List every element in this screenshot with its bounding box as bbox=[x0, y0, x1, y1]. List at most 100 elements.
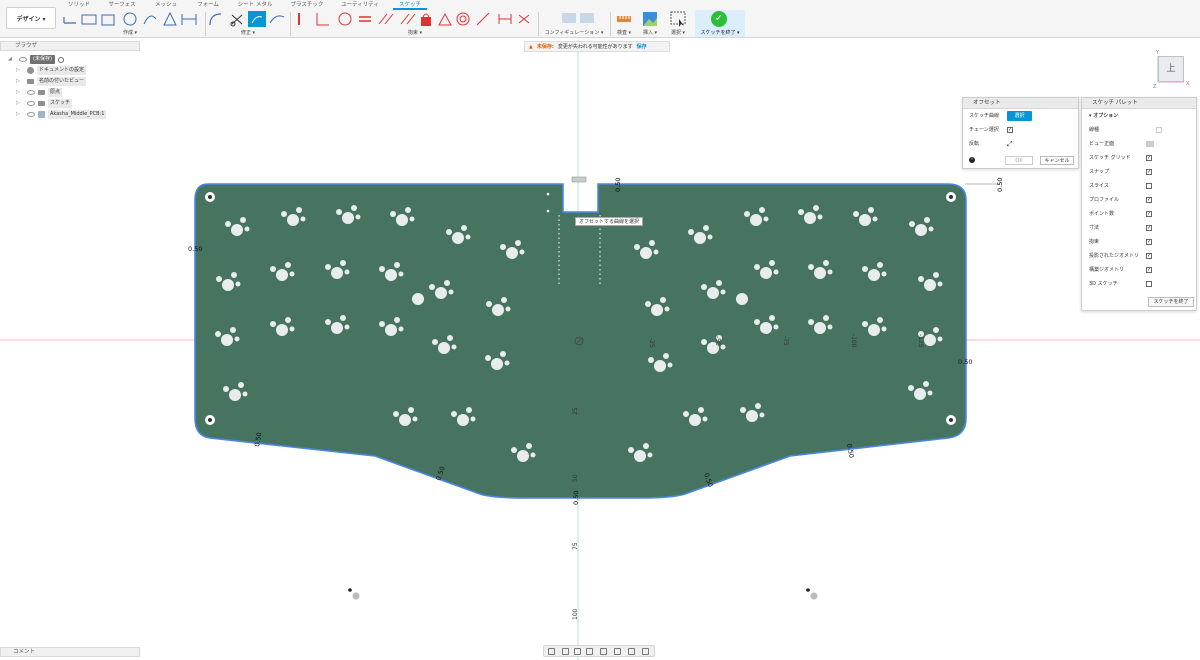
offset-dialog-header[interactable]: オフセット bbox=[963, 98, 1078, 109]
display-settings-icon[interactable] bbox=[614, 648, 621, 655]
dimensions-checkbox[interactable]: ✓ bbox=[1146, 225, 1152, 231]
browser-panel-header[interactable]: ブラウザ bbox=[0, 41, 140, 51]
save-link[interactable]: 保存 bbox=[637, 42, 647, 51]
orbit-icon[interactable] bbox=[548, 648, 555, 655]
browser-item-label: 原点 bbox=[48, 88, 63, 97]
viewcube-face-label: 上 bbox=[1166, 64, 1176, 74]
palette-option-label: スナップ bbox=[1089, 169, 1110, 175]
constraints-checkbox[interactable]: ✓ bbox=[1146, 239, 1152, 245]
sketch-point bbox=[348, 588, 352, 592]
sketch-grid-checkbox[interactable]: ✓ bbox=[1146, 155, 1152, 161]
look-at-icon[interactable] bbox=[562, 648, 569, 655]
sketch-point-marker bbox=[810, 592, 818, 600]
look-at-icon[interactable] bbox=[1146, 141, 1154, 147]
folder-icon bbox=[27, 79, 34, 84]
profile-checkbox[interactable]: ✓ bbox=[1146, 197, 1152, 203]
gear-icon bbox=[27, 67, 34, 74]
viewports-icon[interactable] bbox=[642, 648, 649, 655]
axis-tick: -25 bbox=[648, 338, 655, 348]
viewcube[interactable]: 上 bbox=[1158, 56, 1184, 82]
zoom-icon[interactable] bbox=[586, 648, 593, 655]
palette-option-label: 3D スケッチ bbox=[1089, 281, 1118, 287]
chain-select-checkbox[interactable]: ✓ bbox=[1007, 127, 1013, 133]
collapse-icon[interactable]: ◢ bbox=[8, 55, 16, 64]
palette-option-label: 寸法 bbox=[1089, 225, 1100, 231]
flip-icon[interactable]: ⤢ bbox=[1007, 140, 1013, 149]
grid-settings-icon[interactable] bbox=[628, 648, 635, 655]
snap-checkbox[interactable]: ✓ bbox=[1146, 169, 1152, 175]
expand-icon[interactable]: ▷ bbox=[16, 66, 24, 75]
linetype-icon[interactable] bbox=[1156, 127, 1162, 133]
fusion-app-window: デザイン ▾ ソリッド サーフェス メッシュ フォーム シート メタル プラスチ… bbox=[0, 0, 1200, 660]
axis-tick: 100 bbox=[572, 608, 579, 620]
sketch-palette: スケッチ パレット ▾ オプション 線種 ビュー正面 スケッチ グリッド ✓ ス… bbox=[1081, 97, 1197, 311]
comments-panel[interactable]: コメント bbox=[0, 647, 140, 657]
unsaved-message: 変更が失われる可能性があります bbox=[557, 44, 633, 50]
axis-tick: -100 bbox=[850, 334, 857, 348]
unsaved-banner: ▲ 未保存: 変更が失われる可能性があります 保存 bbox=[524, 41, 670, 52]
eye-icon[interactable] bbox=[27, 90, 35, 95]
sketch-palette-header[interactable]: スケッチ パレット bbox=[1082, 98, 1196, 109]
select-button-label: 選択 bbox=[1014, 113, 1025, 119]
projected-geometry-checkbox[interactable]: ✓ bbox=[1146, 253, 1152, 259]
info-icon[interactable]: i bbox=[969, 157, 975, 163]
browser-root-label: (未保存) bbox=[30, 55, 55, 64]
sketch-point bbox=[546, 209, 550, 213]
palette-option-label: 構築ジオメトリ bbox=[1089, 267, 1125, 273]
points-checkbox[interactable]: ✓ bbox=[1146, 211, 1152, 217]
unsaved-label: 未保存: bbox=[536, 44, 554, 50]
axis-tick: -75 bbox=[782, 336, 789, 346]
flip-label: 反転 bbox=[969, 141, 980, 147]
ok-button[interactable]: OK bbox=[1005, 156, 1033, 165]
dimension-label: 0.50 bbox=[572, 491, 580, 505]
eye-icon[interactable] bbox=[27, 112, 35, 117]
options-section[interactable]: ▾ オプション bbox=[1089, 111, 1118, 121]
sketch-curves-label: スケッチ曲線 bbox=[969, 113, 1000, 119]
dimension-label: 0.50 bbox=[845, 443, 855, 459]
axis-tick: 75 bbox=[572, 542, 579, 550]
browser-item-sketches[interactable]: ▷ スケッチ bbox=[16, 99, 73, 108]
radio-icon[interactable] bbox=[57, 56, 64, 63]
expand-icon[interactable]: ▷ bbox=[16, 99, 24, 108]
offset-dialog-title: オフセット bbox=[973, 100, 1001, 106]
axis-tick: -50 bbox=[714, 336, 721, 346]
expand-icon[interactable]: ▷ bbox=[16, 88, 24, 97]
palette-option-label: ビュー正面 bbox=[1089, 141, 1115, 147]
component-icon bbox=[38, 111, 45, 118]
cancel-button[interactable]: キャンセル bbox=[1040, 156, 1074, 165]
expand-icon[interactable]: ▷ bbox=[16, 77, 24, 86]
palette-finish-sketch-button[interactable]: スケッチを終了 bbox=[1148, 297, 1194, 307]
sketch-point bbox=[546, 192, 550, 196]
sketch-point bbox=[806, 588, 810, 592]
palette-option-label: 拘束 bbox=[1089, 239, 1100, 245]
select-curves-button[interactable]: 選択 bbox=[1007, 111, 1032, 121]
3d-sketch-checkbox[interactable] bbox=[1146, 281, 1152, 287]
expand-icon[interactable]: ▷ bbox=[16, 110, 24, 119]
browser-root-item[interactable]: ◢ (未保存) bbox=[8, 55, 64, 64]
sketch-point-marker bbox=[352, 592, 360, 600]
pan-icon[interactable] bbox=[574, 648, 581, 655]
browser-item-label: 名前の付いたビュー bbox=[37, 77, 87, 86]
eye-icon[interactable] bbox=[19, 57, 27, 62]
construction-geometry-checkbox[interactable]: ✓ bbox=[1146, 267, 1152, 273]
fit-icon[interactable] bbox=[600, 648, 607, 655]
browser-item-document-settings[interactable]: ▷ ドキュメントの設定 bbox=[16, 66, 87, 75]
warning-icon: ▲ bbox=[529, 44, 533, 50]
dimension-label: 0.50 bbox=[253, 432, 263, 448]
eye-icon[interactable] bbox=[27, 101, 35, 106]
palette-option-label: 投影されたジオメトリ bbox=[1089, 253, 1140, 259]
browser-item-label: Akasha_Middle_PCB:1 bbox=[48, 110, 107, 119]
sketch-palette-title: スケッチ パレット bbox=[1092, 100, 1138, 106]
offset-dialog: オフセット スケッチ曲線 選択 チェーン選択 ✓ 反転 ⤢ i OK キャンセル bbox=[962, 97, 1079, 169]
slice-checkbox[interactable] bbox=[1146, 183, 1152, 189]
palette-option-label: 線種 bbox=[1089, 127, 1100, 133]
browser-item-origin[interactable]: ▷ 原点 bbox=[16, 88, 63, 97]
browser-item-named-views[interactable]: ▷ 名前の付いたビュー bbox=[16, 77, 87, 86]
comments-title: コメント bbox=[13, 649, 36, 655]
browser-item-component[interactable]: ▷ Akasha_Middle_PCB:1 bbox=[16, 110, 107, 119]
folder-icon bbox=[38, 90, 45, 95]
palette-option-label: スケッチ グリッド bbox=[1089, 155, 1131, 161]
notch-handle bbox=[571, 176, 587, 183]
tooltip: オフセットする曲線を選択 bbox=[575, 217, 644, 226]
navigation-bar bbox=[543, 645, 655, 657]
